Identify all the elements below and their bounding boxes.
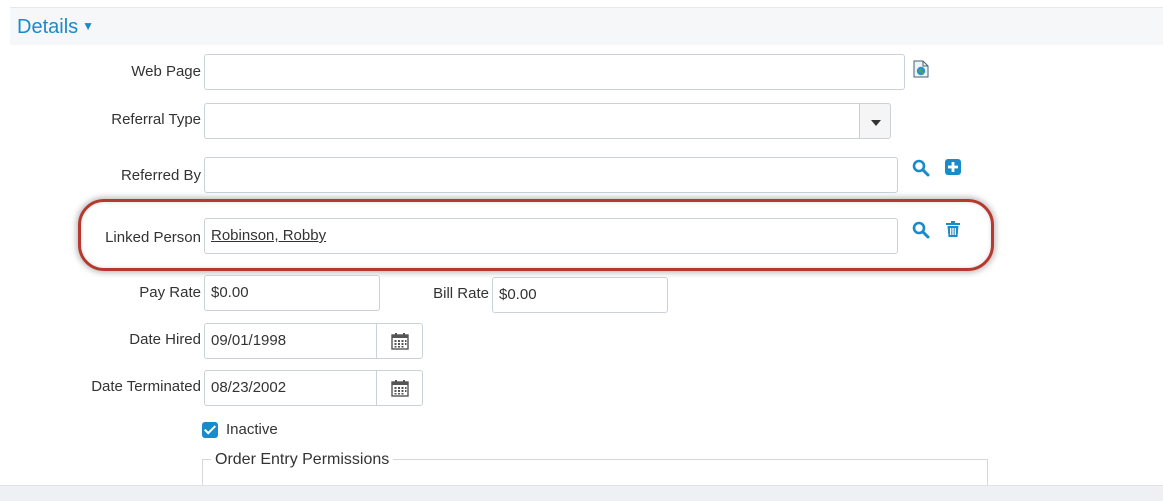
caret-down-icon: ▼ (82, 19, 95, 33)
date-hired-label: Date Hired (129, 331, 201, 348)
globe-page-icon[interactable] (913, 60, 929, 83)
date-hired-input[interactable]: 09/01/1998 (204, 323, 377, 359)
search-icon[interactable] (912, 159, 930, 182)
plus-square-icon[interactable] (945, 159, 961, 180)
date-terminated-label: Date Terminated (91, 378, 201, 395)
referral-type-dropdown-button[interactable] (859, 103, 891, 139)
bill-rate-input[interactable]: $0.00 (492, 277, 668, 313)
web-page-label: Web Page (131, 63, 201, 80)
linked-person-link[interactable]: Robinson, Robby (211, 227, 326, 244)
referral-type-select[interactable] (204, 103, 860, 139)
calendar-icon (390, 380, 409, 397)
trash-icon[interactable] (946, 221, 960, 242)
linked-person-label: Linked Person (105, 229, 201, 246)
linked-person-field[interactable]: Robinson, Robby (204, 218, 898, 254)
details-section-header: Details ▼ (10, 7, 1163, 45)
details-title-text: Details (17, 16, 79, 38)
order-entry-permissions-legend: Order Entry Permissions (211, 451, 394, 469)
date-terminated-calendar-button[interactable] (376, 370, 423, 406)
details-toggle[interactable]: Details ▼ (17, 16, 94, 39)
referred-by-input[interactable] (204, 157, 898, 193)
inactive-checkbox[interactable] (202, 422, 218, 438)
bill-rate-label: Bill Rate (433, 285, 489, 302)
web-page-input[interactable] (204, 54, 905, 90)
inactive-label: Inactive (226, 421, 278, 438)
pay-rate-input[interactable]: $0.00 (204, 275, 380, 311)
referred-by-label: Referred By (120, 167, 201, 184)
date-terminated-input[interactable]: 08/23/2002 (204, 370, 377, 406)
footer-bar (0, 485, 1163, 501)
referral-type-label: Referral Type (111, 111, 201, 128)
date-hired-calendar-button[interactable] (376, 323, 423, 359)
search-icon[interactable] (912, 221, 930, 244)
pay-rate-label: Pay Rate (139, 284, 201, 301)
calendar-icon (390, 333, 409, 350)
